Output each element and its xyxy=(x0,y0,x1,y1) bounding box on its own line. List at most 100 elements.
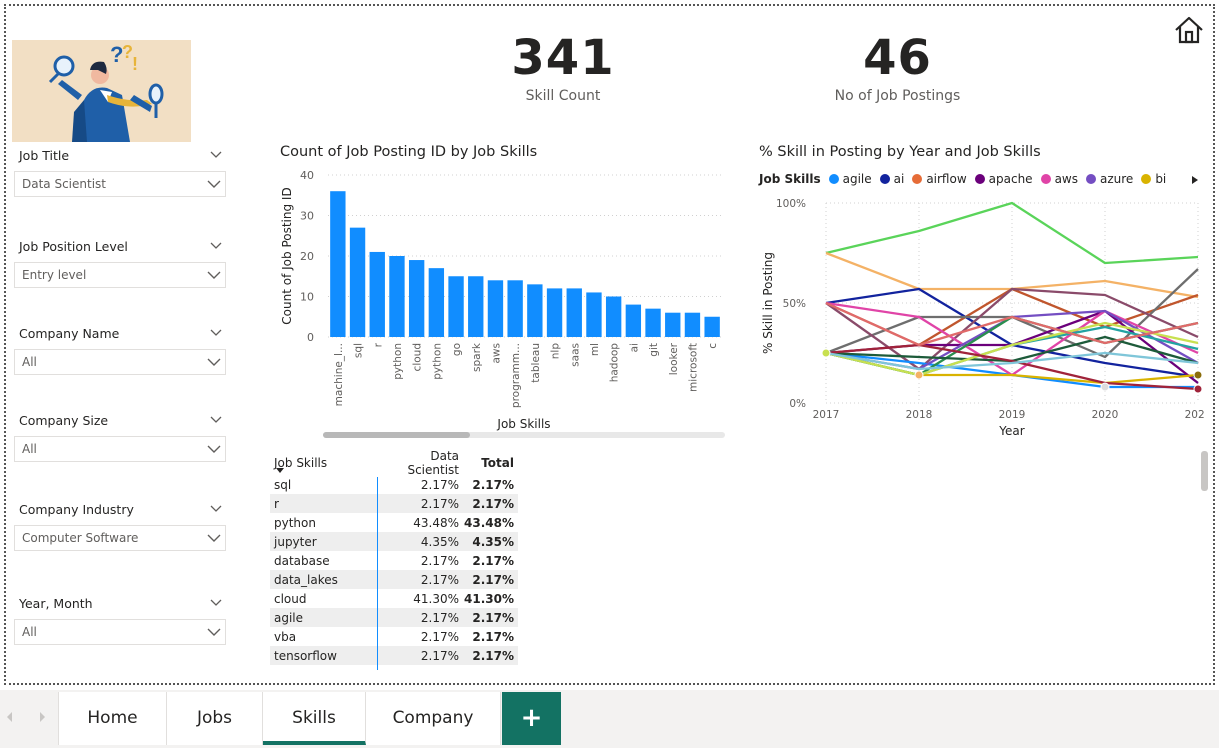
series-point[interactable] xyxy=(1193,370,1203,380)
cell-data-scientist: 43.48% xyxy=(413,515,459,530)
cell-skill: agile xyxy=(274,610,304,625)
skill-count-value: 341 xyxy=(511,30,615,86)
bar[interactable] xyxy=(428,268,445,337)
chevron-down-icon[interactable] xyxy=(210,502,222,514)
bar[interactable] xyxy=(369,251,385,337)
y-tick-label: 100% xyxy=(776,198,806,210)
table-row[interactable]: jupyter 4.35% 4.35% xyxy=(270,532,518,551)
chevron-down-icon[interactable] xyxy=(207,178,221,190)
chevron-down-icon[interactable] xyxy=(210,326,222,338)
tab-prev-icon[interactable] xyxy=(7,712,12,722)
bar[interactable] xyxy=(468,276,484,337)
cell-skill: python xyxy=(274,515,316,530)
table-body: sql 2.17% 2.17% r 2.17% 2.17% python 43.48% 43.4… xyxy=(270,475,518,665)
chevron-down-icon[interactable] xyxy=(207,626,221,638)
add-page-button[interactable]: + xyxy=(502,692,561,745)
tab-next-icon[interactable] xyxy=(40,712,45,722)
bar[interactable] xyxy=(389,256,405,337)
line-chart[interactable]: 0% 50% 100% 2017 2018 2019 2020 2021 % Skill in … xyxy=(755,170,1205,445)
bar[interactable] xyxy=(527,284,543,337)
table-row[interactable]: agile 2.17% 2.17% xyxy=(270,608,518,627)
x-tick-label: 2018 xyxy=(906,409,933,421)
slicer-title: Job Position Level xyxy=(14,238,226,256)
col-header-job-skills[interactable]: Job Skills xyxy=(270,456,378,470)
bar[interactable] xyxy=(704,316,720,337)
chevron-down-icon[interactable] xyxy=(210,596,222,608)
slicer-dropdown[interactable]: All xyxy=(14,619,226,645)
chevron-down-icon[interactable] xyxy=(207,443,221,455)
table-row[interactable]: cloud 41.30% 41.30% xyxy=(270,589,518,608)
bar[interactable] xyxy=(605,296,622,338)
bar[interactable] xyxy=(586,292,602,337)
y-tick-label: 50% xyxy=(783,298,806,310)
bar[interactable] xyxy=(330,191,346,337)
bar[interactable] xyxy=(408,260,425,337)
bar[interactable] xyxy=(487,280,504,337)
chevron-down-icon[interactable] xyxy=(210,239,222,251)
x-tick-label: go xyxy=(451,343,463,356)
cell-total: 2.17% xyxy=(472,572,514,587)
table-row[interactable]: python 43.48% 43.48% xyxy=(270,513,518,532)
x-tick-label: 2019 xyxy=(999,409,1026,421)
chevron-down-icon[interactable] xyxy=(207,532,221,544)
slicer: Year, Month All xyxy=(14,595,226,645)
slicer-title-text: Company Name xyxy=(19,326,120,341)
cell-skill: cloud xyxy=(274,591,307,606)
x-tick-label: hadoop xyxy=(609,343,621,383)
bar-chart-scrollbar[interactable] xyxy=(323,432,470,438)
tab-skills[interactable]: Skills xyxy=(263,692,366,745)
tab-home[interactable]: Home xyxy=(58,692,167,745)
slicer-dropdown[interactable]: Data Scientist xyxy=(14,171,226,197)
bar[interactable] xyxy=(625,304,642,337)
person-with-magnifying-glass-illustration: ? ? ! xyxy=(12,40,191,142)
bar[interactable] xyxy=(448,276,464,337)
cell-data-scientist: 2.17% xyxy=(420,496,459,511)
tab-company[interactable]: Company xyxy=(366,692,501,745)
chevron-down-icon[interactable] xyxy=(210,413,222,425)
bar[interactable] xyxy=(507,280,523,337)
table-row[interactable]: sql 2.17% 2.17% xyxy=(270,475,518,494)
bar[interactable] xyxy=(546,288,563,337)
cell-data-scientist: 2.17% xyxy=(420,572,459,587)
cell-skill: vba xyxy=(274,629,297,644)
table-row[interactable]: vba 2.17% 2.17% xyxy=(270,627,518,646)
sort-desc-icon[interactable] xyxy=(276,468,284,473)
slicer-title: Year, Month xyxy=(14,595,226,613)
chevron-down-icon[interactable] xyxy=(210,148,222,160)
slicer-dropdown[interactable]: Computer Software xyxy=(14,525,226,551)
series-point[interactable] xyxy=(821,348,831,358)
slicer-dropdown[interactable]: All xyxy=(14,436,226,462)
series-point[interactable] xyxy=(914,370,924,380)
chevron-down-icon[interactable] xyxy=(207,356,221,368)
table-row[interactable]: r 2.17% 2.17% xyxy=(270,494,518,513)
series-point[interactable] xyxy=(1193,384,1203,394)
bar[interactable] xyxy=(566,288,582,337)
slicer-dropdown[interactable]: Entry level xyxy=(14,262,226,288)
x-tick-label: saas xyxy=(569,343,581,367)
cell-skill: data_lakes xyxy=(274,572,338,587)
table-row[interactable]: database 2.17% 2.17% xyxy=(270,551,518,570)
table-row[interactable]: tensorflow 2.17% 2.17% xyxy=(270,646,518,665)
tab-jobs[interactable]: Jobs xyxy=(167,692,263,745)
chevron-down-icon[interactable] xyxy=(207,269,221,281)
col-header-total[interactable]: Total xyxy=(463,456,518,470)
table-row[interactable]: data_lakes 2.17% 2.17% xyxy=(270,570,518,589)
bar[interactable] xyxy=(645,308,661,337)
bar[interactable] xyxy=(665,312,681,337)
x-tick-label: sql xyxy=(353,343,365,358)
x-tick-label: r xyxy=(372,342,384,347)
bar-chart[interactable]: 0 10 20 30 40 machine_l... sql r python cloud pyth… xyxy=(270,165,730,440)
slicer-title: Company Industry xyxy=(14,501,226,519)
page-scrollbar[interactable] xyxy=(1201,451,1208,491)
slicer-dropdown[interactable]: All xyxy=(14,349,226,375)
home-icon[interactable] xyxy=(1173,14,1205,46)
slicer-title: Job Title xyxy=(14,147,226,165)
y-tick-label: 10 xyxy=(300,291,314,304)
slicer-title-text: Job Position Level xyxy=(19,239,128,254)
col-header-data-scientist[interactable]: Data Scientist xyxy=(378,449,463,477)
table-header: Job Skills Data Scientist Total xyxy=(270,449,518,477)
x-tick-label: programm... xyxy=(510,343,522,408)
bar[interactable] xyxy=(349,227,366,337)
series-point[interactable] xyxy=(1100,382,1110,392)
bar[interactable] xyxy=(684,312,701,337)
